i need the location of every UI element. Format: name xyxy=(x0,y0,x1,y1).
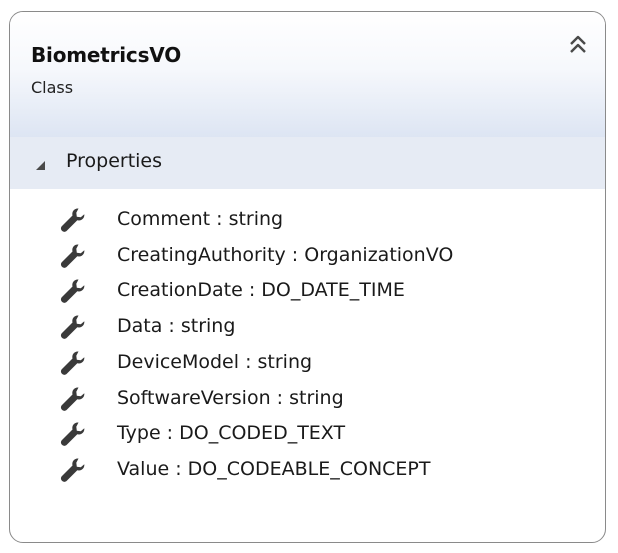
class-header: BiometricsVO Class xyxy=(10,12,605,137)
property-text: SoftwareVersion : string xyxy=(117,386,344,409)
property-text: Comment : string xyxy=(117,208,284,230)
property-item[interactable]: DeviceModel : string xyxy=(10,346,605,382)
property-item[interactable]: CreationDate : DO_DATE_TIME xyxy=(10,274,605,310)
property-item[interactable]: Value : DO_CODEABLE_CONCEPT xyxy=(10,453,605,489)
property-text: Type : DO_CODED_TEXT xyxy=(117,422,346,445)
property-text: CreatingAuthority : OrganizationVO xyxy=(117,243,454,266)
class-shape[interactable]: BiometricsVO Class Properties Comment : … xyxy=(9,11,606,543)
triangle-expanded-icon[interactable] xyxy=(33,157,47,171)
property-text: Data : string xyxy=(117,315,236,338)
property-item[interactable]: CreatingAuthority : OrganizationVO xyxy=(10,239,605,275)
property-text: Value : DO_CODEABLE_CONCEPT xyxy=(117,457,431,480)
wrench-icon xyxy=(58,242,86,270)
properties-section-label: Properties xyxy=(66,150,163,172)
property-item[interactable]: Data : string xyxy=(10,310,605,346)
class-stereotype: Class xyxy=(31,78,74,97)
property-item[interactable]: SoftwareVersion : string xyxy=(10,382,605,418)
property-item[interactable]: Comment : string xyxy=(10,203,605,239)
wrench-icon xyxy=(58,456,86,484)
property-text: DeviceModel : string xyxy=(117,350,313,373)
property-text: CreationDate : DO_DATE_TIME xyxy=(117,279,405,302)
property-item[interactable]: Type : DO_CODED_TEXT xyxy=(10,417,605,453)
wrench-icon xyxy=(58,313,86,341)
class-name: BiometricsVO xyxy=(31,43,182,67)
wrench-icon xyxy=(58,349,86,377)
wrench-icon xyxy=(58,385,86,413)
wrench-icon xyxy=(58,206,86,234)
wrench-icon xyxy=(58,277,86,305)
properties-section-header[interactable]: Properties xyxy=(10,137,605,189)
wrench-icon xyxy=(58,420,86,448)
double-chevron-up-icon[interactable] xyxy=(568,34,588,56)
